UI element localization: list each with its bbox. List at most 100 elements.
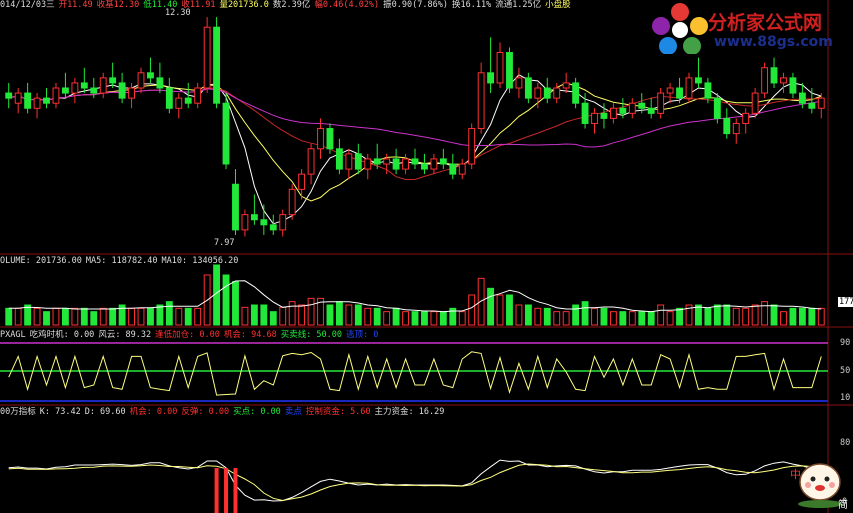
ind2-tick-80: 80 — [840, 438, 851, 448]
ind2-signal-bar — [233, 468, 238, 513]
mascot-label-left: 中 — [790, 468, 801, 481]
candle-body — [439, 158, 447, 165]
header-change: 幅0.46(4.02%) — [314, 0, 380, 10]
volume-bar — [591, 307, 598, 326]
volume-bar — [184, 307, 192, 326]
volume-bar — [496, 294, 504, 326]
mascot-icon: 中 简 — [790, 452, 850, 511]
candle-body — [496, 52, 504, 84]
candle-body — [71, 82, 79, 94]
candle-body — [506, 52, 513, 89]
candle-body — [761, 67, 769, 94]
volume-bar — [742, 307, 750, 326]
header-volume: 量201736.0 — [219, 0, 269, 10]
volume-bar — [345, 304, 353, 326]
volume-bar — [770, 304, 778, 326]
volume-bar — [421, 311, 428, 326]
candle-body — [279, 214, 287, 231]
header-amplitude: 振0.90(7.86%) — [383, 0, 448, 10]
volume-bar — [109, 307, 117, 326]
ind2-name: 00万指标 — [0, 407, 36, 417]
candle-body — [553, 87, 561, 99]
volume-bar — [487, 287, 495, 326]
volume-bar — [761, 301, 769, 326]
volume-bar — [817, 307, 825, 326]
candle-body — [288, 188, 296, 216]
candle-body — [33, 97, 41, 109]
volume-bar — [439, 311, 447, 326]
volume-bar — [298, 304, 306, 326]
volume-bar — [647, 311, 655, 326]
volume-bar — [392, 307, 400, 326]
ind2-buy: 买点: 0.00 — [233, 407, 281, 417]
logo-url: www.88gs.com — [714, 34, 833, 50]
volume-bar — [808, 307, 816, 326]
ind1-tick-50: 50 — [840, 366, 851, 376]
volume-bar — [695, 304, 702, 326]
volume-bar — [600, 307, 608, 326]
ind2-k: K: 73.42 — [39, 407, 81, 417]
volume-bar — [666, 311, 674, 326]
candle-body — [515, 77, 523, 89]
candle-body — [817, 97, 825, 109]
candle-body — [156, 77, 164, 89]
candle-body — [99, 77, 107, 94]
candle-body — [269, 224, 277, 231]
candle-body — [600, 112, 608, 119]
volume-bar — [165, 301, 173, 326]
volume-bar — [619, 311, 627, 326]
volume-bar — [61, 307, 69, 326]
candle-body — [307, 148, 315, 175]
candle-body — [770, 67, 778, 84]
candle-body — [638, 102, 646, 109]
volume-bar — [118, 304, 126, 326]
candle-body — [723, 117, 731, 135]
header-tag: 小盘股 — [545, 0, 571, 10]
volume-bar — [572, 304, 580, 326]
ind2-d-line — [8, 463, 822, 502]
volume-bar — [213, 264, 221, 326]
header-high: 收基12.30 — [96, 0, 140, 10]
volume-value: OLUME: 201736.00 — [0, 256, 82, 266]
price-low-label: 7.97 — [214, 238, 234, 248]
candle-body — [619, 107, 627, 114]
volume-bar — [364, 307, 372, 326]
volume-bar — [175, 307, 183, 326]
site-logo: 分析家公式网 www.88gs.com — [650, 2, 850, 55]
header-float: 流通1.25亿 — [495, 0, 542, 10]
indicator1-header: PXAGL 吃鸡时机: 0.00 风云: 89.32 逢低加仓: 0.00 机会: 94… — [0, 330, 382, 340]
volume-bar — [128, 307, 135, 326]
volume-bar — [402, 311, 409, 326]
candle-body — [260, 219, 268, 226]
volume-bar — [449, 307, 457, 326]
volume-bar — [222, 274, 230, 326]
candle-body — [335, 148, 343, 170]
ma10-line — [8, 82, 822, 202]
candle-body — [14, 92, 22, 104]
candle-body — [628, 102, 636, 114]
volume-bar — [269, 311, 277, 326]
candle-body — [184, 97, 192, 104]
volume-bar — [137, 307, 145, 326]
candle-body — [477, 72, 485, 130]
candle-body — [742, 112, 750, 124]
header-amount: 数2.39亿 — [272, 0, 311, 10]
volume-bar — [52, 307, 60, 326]
candle-body — [780, 77, 787, 84]
price-header: 014/12/03三 开11.49 收基12.30 低11.40 收11.91 量2017… — [0, 0, 575, 10]
candle-body — [194, 87, 202, 104]
volume-bar — [732, 307, 740, 326]
volume-bar — [279, 306, 287, 326]
ind1-tick-10: 10 — [840, 393, 851, 403]
ind1-line: 买卖线: 50.00 — [280, 330, 343, 340]
volume-bar — [373, 307, 381, 326]
volume-axis-value: 1777 — [838, 297, 853, 307]
ind1-eat: 吃鸡时机: 0.00 — [29, 330, 95, 340]
candle-body — [421, 163, 428, 170]
ind2-chance: 机会: 0.00 — [129, 407, 178, 417]
volume-bar — [250, 304, 258, 326]
volume-bar — [317, 297, 324, 326]
candle-body — [789, 77, 797, 94]
ind1-name: PXAGL — [0, 330, 26, 340]
volume-bar — [194, 307, 202, 326]
